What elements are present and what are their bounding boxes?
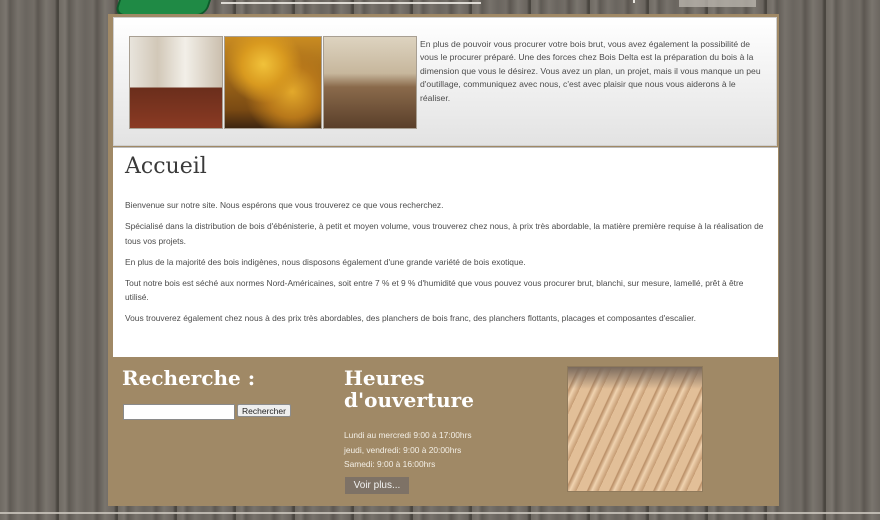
bottom-divider xyxy=(0,512,880,514)
more-button[interactable]: Voir plus... xyxy=(345,477,409,494)
intro-text: Bienvenue sur notre site. Nous espérons … xyxy=(125,198,765,332)
paragraph: Spécialisé dans la distribution de bois … xyxy=(125,221,764,246)
hero-photo-tree xyxy=(224,36,322,129)
search-title: Recherche : xyxy=(122,366,256,390)
page-title: Accueil xyxy=(125,154,207,179)
search-input[interactable] xyxy=(123,404,235,420)
nav-divider xyxy=(633,0,635,3)
search-button[interactable]: Rechercher xyxy=(237,404,291,417)
hours-line: Samedi: 9:00 à 16:00hrs xyxy=(344,459,436,469)
hero-description: En plus de pouvoir vous procurer votre b… xyxy=(420,39,761,103)
hero-banner: En plus de pouvoir vous procurer votre b… xyxy=(113,17,777,146)
page-container: En plus de pouvoir vous procurer votre b… xyxy=(108,14,779,506)
wood-planks-photo xyxy=(567,366,703,492)
paragraph: En plus de la majorité des bois indigène… xyxy=(125,256,526,267)
nav-button[interactable] xyxy=(679,0,756,7)
main-content: Accueil Bienvenue sur notre site. Nous e… xyxy=(113,147,778,357)
hero-photo-interior xyxy=(129,36,223,129)
photo-shade xyxy=(568,367,702,389)
paragraph: Bienvenue sur notre site. Nous espérons … xyxy=(125,200,444,210)
nav-underline xyxy=(221,2,481,4)
hours-list: Lundi au mercredi 9:00 à 17:00hrs jeudi,… xyxy=(344,428,472,472)
paragraph: Vous trouverez également chez nous à des… xyxy=(125,313,696,323)
footer-section: Recherche : Rechercher Heures d'ouvertur… xyxy=(108,360,779,506)
paragraph: Tout notre bois est séché aux normes Nor… xyxy=(125,277,744,303)
top-header xyxy=(0,0,880,16)
hours-title: Heures d'ouverture xyxy=(344,366,474,412)
hours-line: Lundi au mercredi 9:00 à 17:00hrs xyxy=(344,430,472,440)
hours-line: jeudi, vendredi: 9:00 à 20:00hrs xyxy=(344,444,462,455)
hero-photo-livingroom xyxy=(323,36,417,129)
